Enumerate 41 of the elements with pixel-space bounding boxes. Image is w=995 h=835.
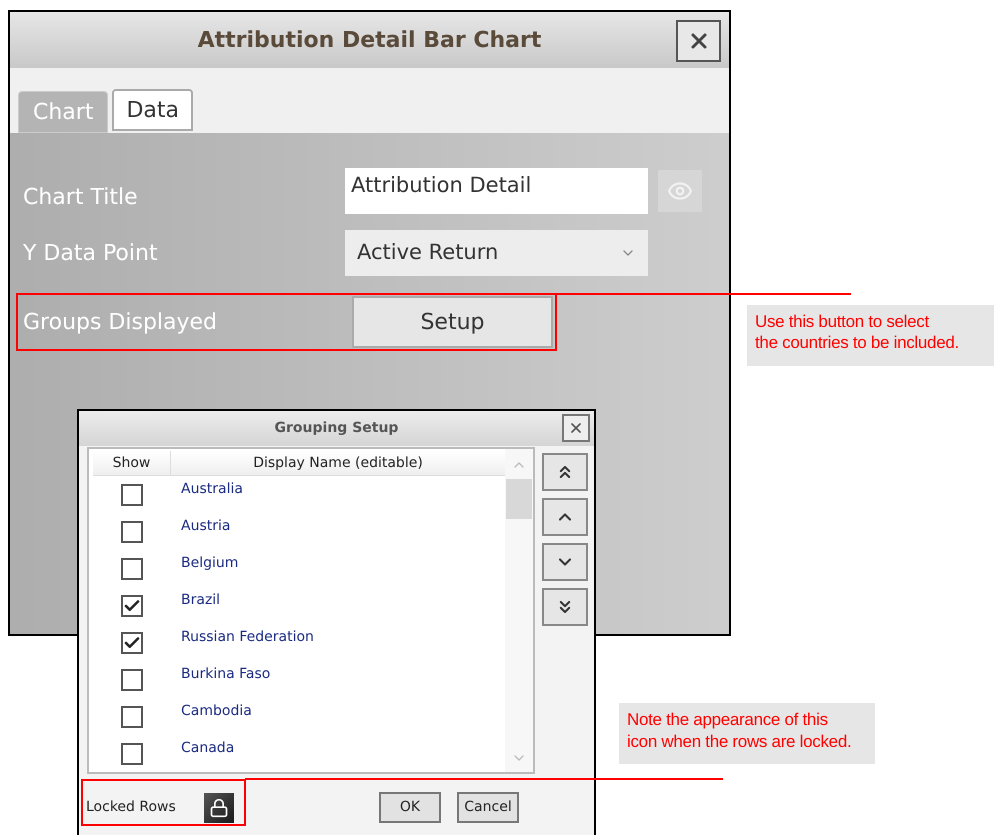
callout: Note the appearance of this icon when the rows are locked. — [619, 703, 875, 764]
callout: Use this button to select the countries to be included. — [747, 305, 994, 366]
scrollbar[interactable] — [505, 449, 533, 772]
display-name-cell[interactable]: Cambodia — [171, 698, 252, 735]
close-icon — [568, 420, 584, 436]
close-button[interactable] — [562, 414, 590, 442]
dialog-button[interactable]: OK — [379, 792, 441, 823]
checkbox[interactable] — [121, 743, 143, 765]
display-name-cell[interactable]: Australia — [171, 476, 243, 513]
checkbox[interactable] — [121, 632, 143, 654]
move-button[interactable] — [542, 588, 588, 626]
dialog-button[interactable]: Cancel — [457, 792, 519, 823]
close-button[interactable] — [676, 20, 721, 62]
display-name-cell[interactable]: Canada — [171, 735, 234, 772]
chart-title-field[interactable]: Attribution Detail — [345, 168, 648, 214]
lock-button[interactable] — [204, 792, 234, 822]
display-name-cell[interactable]: Brazil — [171, 587, 220, 624]
dialog-title: Grouping Setup — [274, 419, 398, 438]
y-data-point-dropdown[interactable]: Active Return — [345, 230, 648, 276]
display-name-cell[interactable]: Russian Federation — [171, 624, 314, 661]
column-header: Show — [93, 451, 171, 475]
display-name-cell[interactable]: Burkina Faso — [171, 661, 270, 698]
chart-title-label: Chart Title — [23, 184, 139, 212]
scrollbar-thumb[interactable] — [506, 479, 532, 519]
lock-icon — [209, 798, 229, 818]
setup-button[interactable]: Setup — [352, 296, 553, 348]
locked-rows-label: Locked Rows — [86, 798, 177, 817]
checkbox[interactable] — [121, 669, 143, 691]
checkbox[interactable] — [121, 558, 143, 580]
groups-displayed-label: Groups Displayed — [23, 308, 218, 336]
dialog-title: Attribution Detail Bar Chart — [198, 26, 542, 54]
checkbox[interactable] — [121, 706, 143, 728]
checkbox[interactable] — [121, 484, 143, 506]
checkbox[interactable] — [121, 521, 143, 543]
move-button[interactable] — [542, 453, 588, 491]
tab[interactable]: Data — [112, 89, 193, 131]
y-data-point-label: Y Data Point — [23, 240, 159, 268]
display-name-cell[interactable]: Belgium — [171, 550, 238, 587]
column-header: Display Name (editable) — [252, 454, 424, 472]
display-name-cell[interactable]: Austria — [171, 513, 230, 550]
checkbox[interactable] — [121, 595, 143, 617]
